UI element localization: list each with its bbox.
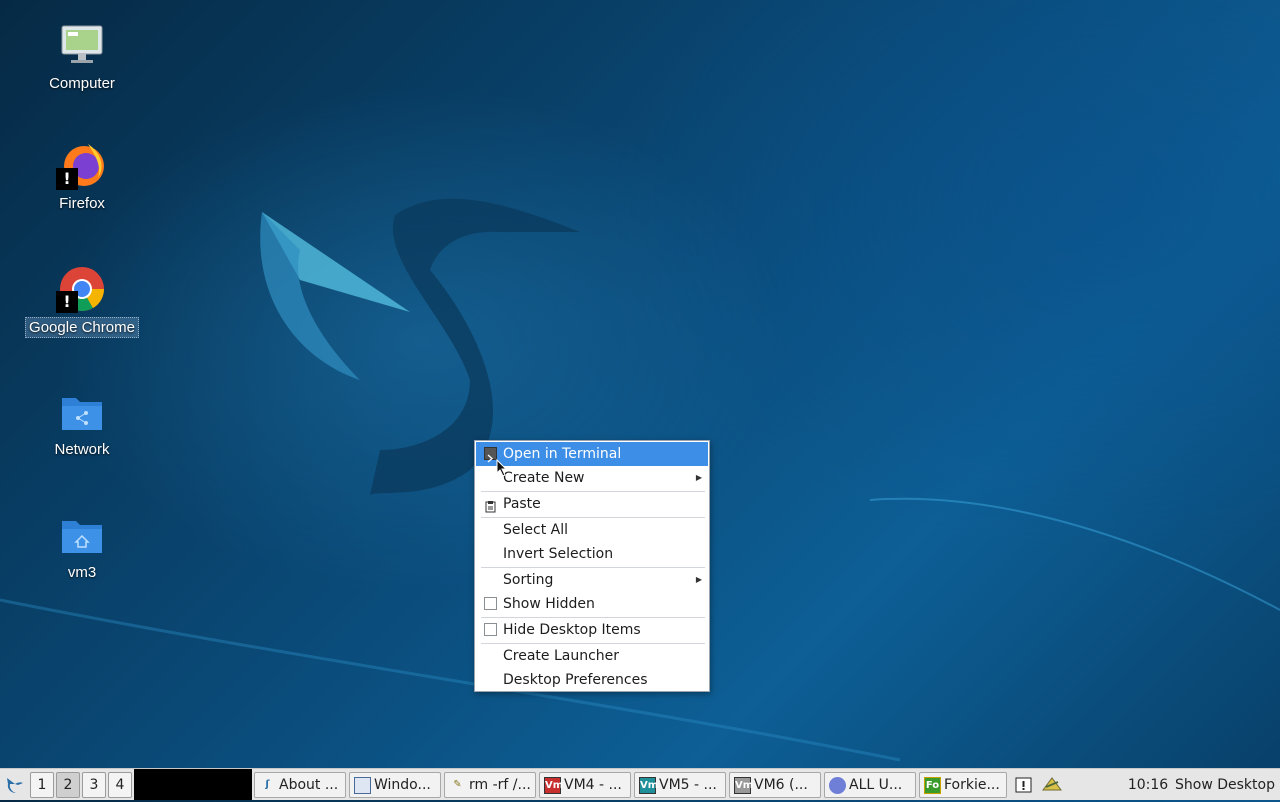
taskbar: 1 2 3 4 ʃ About ... Windo... ✎ rm -rf /.…: [0, 768, 1280, 800]
task-label: Forkie...: [944, 777, 1000, 793]
menu-item-label: Desktop Preferences: [503, 672, 648, 688]
task-label: VM6 (...: [754, 777, 808, 793]
notification-tray-icon[interactable]: [1014, 772, 1034, 798]
show-desktop-label: Show Desktop: [1175, 777, 1275, 793]
window-icon: [354, 777, 371, 794]
desktop-icon-firefox[interactable]: ! Firefox: [22, 142, 142, 213]
menu-item-create-new[interactable]: Create New ▶: [476, 466, 708, 490]
menu-item-label: Hide Desktop Items: [503, 622, 641, 638]
taskbar-task-all-users[interactable]: ALL U...: [824, 772, 916, 798]
chrome-icon: !: [56, 265, 106, 313]
home-folder-icon: [58, 511, 106, 559]
desktop-icon-vm3[interactable]: vm3: [22, 511, 142, 582]
start-menu-button[interactable]: [2, 772, 26, 798]
vm-icon: Vm: [734, 777, 753, 794]
workspace-3-button[interactable]: 3: [82, 772, 106, 798]
desktop-pager-preview[interactable]: [134, 769, 252, 800]
menu-item-label: Invert Selection: [503, 546, 614, 562]
desktop-icon-network[interactable]: Network: [22, 388, 142, 459]
menu-item-create-launcher[interactable]: Create Launcher: [476, 644, 708, 668]
warning-badge-icon: !: [56, 291, 78, 313]
submenu-arrow-icon: ▶: [695, 473, 702, 482]
vm-icon: Vm: [544, 777, 563, 794]
network-icon: [829, 777, 846, 794]
menu-item-label: Show Hidden: [503, 596, 595, 612]
computer-icon: [58, 22, 106, 70]
paste-icon: [484, 497, 497, 513]
checkbox-icon[interactable]: [484, 623, 497, 636]
taskbar-task-forkie[interactable]: Fo Forkie...: [919, 772, 1007, 798]
taskbar-task-vm6[interactable]: Vm VM6 (...: [729, 772, 821, 798]
clock-label: 10:16: [1127, 777, 1169, 793]
desktop-icon-label: Network: [54, 441, 110, 458]
menu-item-show-hidden[interactable]: Show Hidden: [476, 592, 708, 616]
network-folder-icon: [58, 388, 106, 436]
taskbar-task-window[interactable]: Windo...: [349, 772, 441, 798]
menu-item-label: Select All: [503, 522, 568, 538]
menu-item-label: Paste: [503, 496, 541, 512]
workspace-label: 4: [115, 777, 125, 793]
menu-item-invert-selection[interactable]: Invert Selection: [476, 542, 708, 566]
task-label: About ...: [279, 777, 339, 793]
task-label: VM4 - ...: [564, 777, 622, 793]
desktop-context-menu: Open in Terminal Create New ▶ Paste Sele…: [474, 440, 710, 692]
taskbar-task-about[interactable]: ʃ About ...: [254, 772, 346, 798]
desktop[interactable]: Computer ! Firefox ! Google Chrome Netwo…: [0, 0, 1280, 768]
workspace-label: 1: [37, 777, 47, 793]
desktop-icon-label: Firefox: [59, 195, 105, 212]
menu-item-open-in-terminal[interactable]: Open in Terminal: [476, 442, 708, 466]
task-label: rm -rf /...: [469, 777, 531, 793]
menu-item-label: Create Launcher: [503, 648, 620, 664]
workspace-label: 2: [63, 777, 73, 793]
desktop-icon-label: vm3: [67, 564, 97, 581]
desktop-icon-label: Google Chrome: [25, 317, 139, 338]
desktop-icon-label: Computer: [49, 75, 115, 92]
workspace-4-button[interactable]: 4: [108, 772, 132, 798]
taskbar-task-terminal[interactable]: ✎ rm -rf /...: [444, 772, 536, 798]
submenu-arrow-icon: ▶: [695, 575, 702, 584]
menu-item-desktop-preferences[interactable]: Desktop Preferences: [476, 668, 708, 692]
menu-item-label: Create New: [503, 470, 585, 486]
about-icon: ʃ: [265, 779, 270, 790]
menu-item-label: Sorting: [503, 572, 554, 588]
clock[interactable]: 10:16: [1126, 772, 1170, 798]
firefox-icon: !: [56, 142, 106, 190]
taskbar-task-vm5[interactable]: Vm VM5 - ...: [634, 772, 726, 798]
desktop-icon-computer[interactable]: Computer: [22, 22, 142, 93]
menu-item-hide-desktop-items[interactable]: Hide Desktop Items: [476, 618, 708, 642]
task-label: ALL U...: [849, 777, 903, 793]
taskbar-task-vm4[interactable]: Vm VM4 - ...: [539, 772, 631, 798]
terminal-icon: ✎: [453, 779, 462, 790]
workspace-1-button[interactable]: 1: [30, 772, 54, 798]
checkbox-icon[interactable]: [484, 597, 497, 610]
show-desktop-button[interactable]: Show Desktop: [1174, 772, 1276, 798]
desktop-icon-google-chrome[interactable]: ! Google Chrome: [22, 265, 142, 338]
workspace-label: 3: [89, 777, 99, 793]
workspace-2-button[interactable]: 2: [56, 772, 80, 798]
fo-icon: Fo: [924, 777, 941, 794]
menu-item-paste[interactable]: Paste: [476, 492, 708, 516]
menu-item-sorting[interactable]: Sorting ▶: [476, 568, 708, 592]
warning-badge-icon: !: [56, 168, 78, 190]
mouse-pointer-icon: [496, 459, 508, 477]
task-label: VM5 - ...: [659, 777, 717, 793]
menu-item-label: Open in Terminal: [503, 446, 622, 462]
system-tray-app-icon[interactable]: [1040, 772, 1064, 798]
menu-item-select-all[interactable]: Select All: [476, 518, 708, 542]
vm-icon: Vm: [639, 777, 658, 794]
start-menu-icon: [7, 778, 23, 793]
task-label: Windo...: [374, 777, 431, 793]
